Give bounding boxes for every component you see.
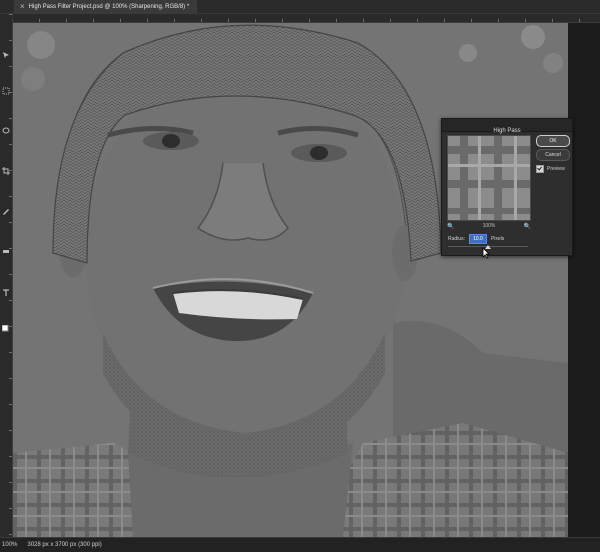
radius-row: Radius: 10.0 Pixels <box>448 234 504 244</box>
lasso-tool-icon[interactable] <box>2 122 10 134</box>
crop-tool-icon[interactable] <box>2 162 10 175</box>
radius-input[interactable]: 10.0 <box>468 234 487 244</box>
radius-unit: Pixels <box>490 236 505 242</box>
preview-toggle[interactable]: Preview <box>536 165 565 173</box>
cancel-button[interactable]: Cancel <box>536 149 570 161</box>
filter-preview[interactable] <box>447 135 531 221</box>
high-pass-dialog: High Pass 🔍 100% 🔍 Radius: 10.0 Pixels O… <box>441 118 573 256</box>
preview-label: Preview <box>547 166 565 172</box>
foreground-color-swatch[interactable] <box>1 320 10 332</box>
high-pass-photo <box>13 23 568 537</box>
document-canvas[interactable] <box>13 23 568 537</box>
panel-dock <box>568 23 600 537</box>
preview-plaid-image <box>448 136 530 220</box>
tab-close-icon[interactable]: × <box>20 2 25 11</box>
radius-label: Radius: <box>448 236 465 242</box>
preview-zoom-controls: 🔍 100% 🔍 <box>447 221 531 231</box>
move-tool-icon[interactable] <box>2 46 10 58</box>
marquee-tool-icon[interactable] <box>2 82 10 95</box>
type-tool-icon[interactable] <box>2 284 10 296</box>
document-tab-bar: × High Pass Filter Project.psd @ 100% (S… <box>0 0 600 14</box>
tools-panel <box>0 22 12 537</box>
status-zoom[interactable]: 100% <box>2 542 17 548</box>
status-document-info[interactable]: 3028 px x 3700 px (300 ppi) <box>27 542 101 548</box>
zoom-level: 100% <box>482 223 496 229</box>
dialog-titlebar[interactable]: High Pass <box>442 119 572 134</box>
eraser-tool-icon[interactable] <box>2 242 10 253</box>
document-tab-title: High Pass Filter Project.psd @ 100% (Sha… <box>28 3 190 10</box>
document-tab[interactable]: × High Pass Filter Project.psd @ 100% (S… <box>14 0 198 13</box>
horizontal-ruler[interactable] <box>12 14 600 23</box>
preview-checkbox[interactable] <box>536 165 544 173</box>
ok-button[interactable]: OK <box>536 135 570 147</box>
mouse-pointer-icon <box>482 246 490 264</box>
status-bar: 100% 3028 px x 3700 px (300 ppi) <box>0 537 600 552</box>
brush-tool-icon[interactable] <box>2 202 10 215</box>
zoom-in-icon[interactable]: 🔍 <box>524 223 531 230</box>
dialog-title: High Pass <box>493 128 521 134</box>
zoom-out-icon[interactable]: 🔍 <box>447 223 454 230</box>
